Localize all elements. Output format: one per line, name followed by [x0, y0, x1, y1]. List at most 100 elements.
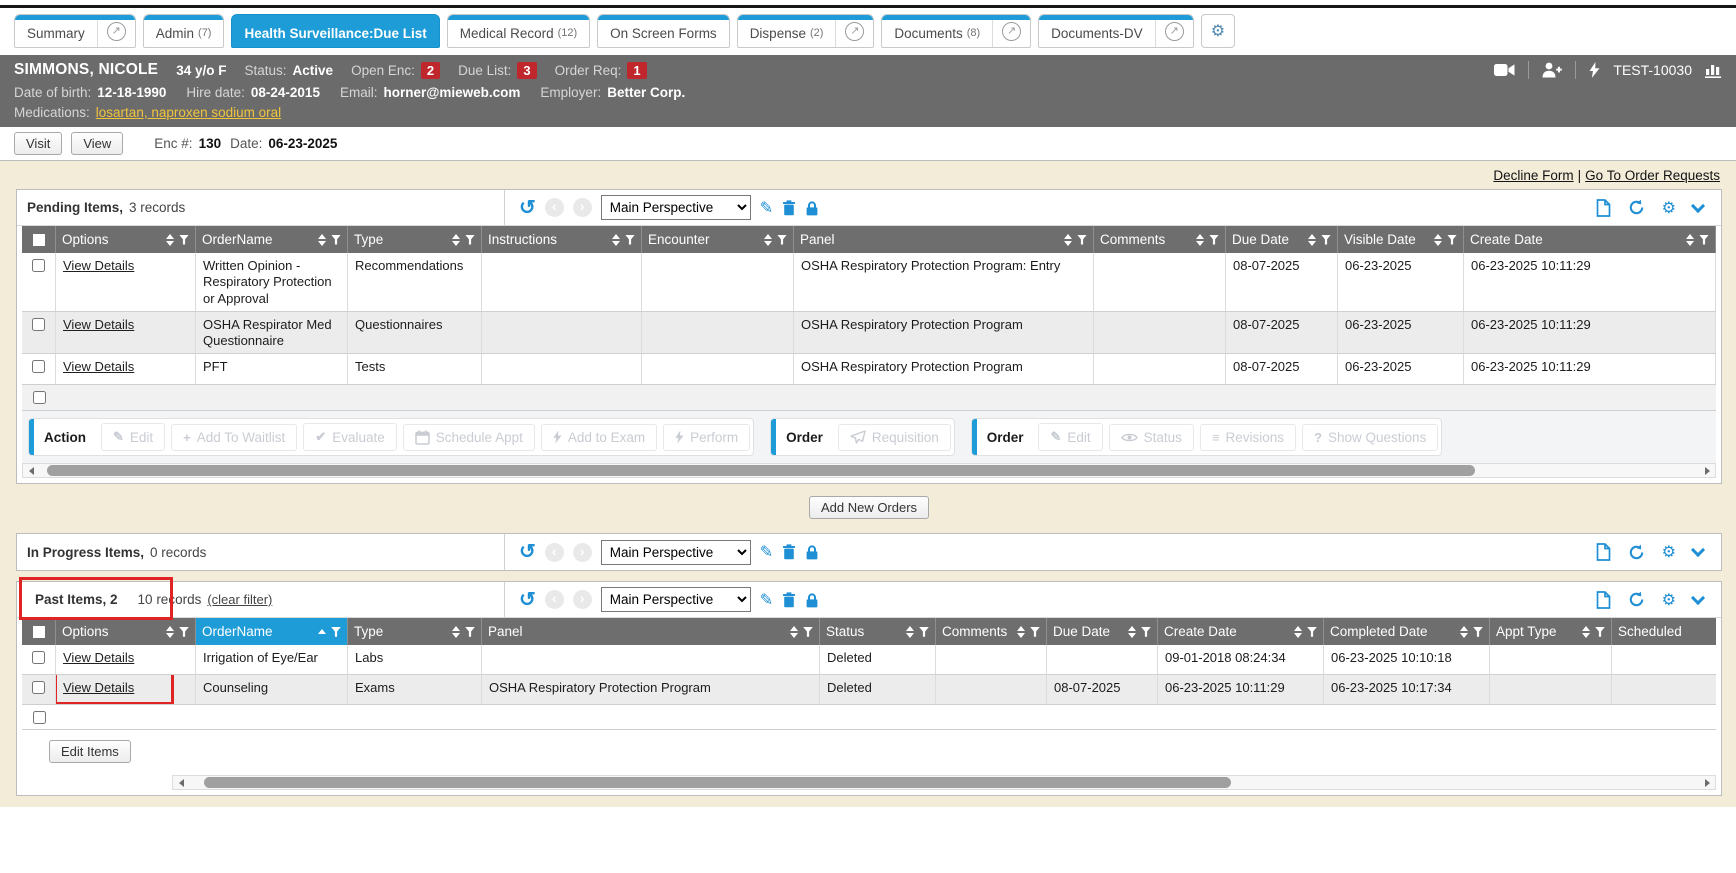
- sort-icon[interactable]: [318, 234, 326, 246]
- scroll-right-arrow[interactable]: [1699, 467, 1715, 475]
- col-create-date[interactable]: Create Date: [1464, 226, 1716, 253]
- col-options[interactable]: Options: [56, 618, 196, 645]
- edit-perspective-icon[interactable]: ✎: [760, 590, 773, 610]
- filter-funnel-icon[interactable]: [1321, 235, 1331, 245]
- panel-settings-gear-icon[interactable]: ⚙: [1662, 198, 1676, 218]
- revisions-button[interactable]: ≡Revisions: [1200, 424, 1296, 451]
- lightning-icon[interactable]: [1589, 62, 1600, 78]
- scroll-right-arrow[interactable]: [1699, 779, 1715, 787]
- undo-icon[interactable]: ↺: [519, 542, 536, 562]
- order-edit-button[interactable]: ✎Edit: [1038, 423, 1102, 451]
- col-scheduled[interactable]: Scheduled: [1612, 618, 1716, 645]
- panel-settings-gear-icon[interactable]: ⚙: [1662, 542, 1676, 562]
- col-comments[interactable]: Comments: [1094, 226, 1226, 253]
- lock-perspective-icon[interactable]: [805, 200, 819, 216]
- visit-button[interactable]: Visit: [14, 132, 62, 155]
- tab-on-screen-forms[interactable]: On Screen Forms: [597, 14, 730, 48]
- row-checkbox[interactable]: [32, 681, 45, 694]
- edit-perspective-icon[interactable]: ✎: [760, 542, 773, 562]
- sort-icon[interactable]: [764, 234, 772, 246]
- tab-settings-button[interactable]: ⚙: [1201, 14, 1235, 48]
- filter-funnel-icon[interactable]: [331, 235, 341, 245]
- col-status[interactable]: Status: [820, 618, 936, 645]
- col-ordername-sorted[interactable]: OrderName: [196, 618, 348, 645]
- filter-funnel-icon[interactable]: [625, 235, 635, 245]
- show-questions-button[interactable]: ?Show Questions: [1302, 424, 1438, 451]
- edit-items-button[interactable]: Edit Items: [49, 740, 131, 763]
- scrollbar-thumb[interactable]: [204, 777, 1231, 788]
- row-checkbox[interactable]: [32, 651, 45, 664]
- video-camera-icon[interactable]: [1494, 63, 1515, 77]
- tab-summary[interactable]: Summary ↗: [14, 14, 136, 48]
- sort-icon[interactable]: [1128, 626, 1136, 638]
- col-create-date[interactable]: Create Date: [1158, 618, 1324, 645]
- tab-documents-popout[interactable]: ↗: [992, 15, 1030, 47]
- prev-perspective-icon[interactable]: ‹: [545, 543, 564, 562]
- collapse-chevron-icon[interactable]: [1691, 543, 1705, 557]
- report-page-icon[interactable]: [1596, 543, 1611, 561]
- add-person-icon[interactable]: [1542, 62, 1562, 78]
- due-list-badge[interactable]: 3: [517, 62, 536, 79]
- col-comments[interactable]: Comments: [936, 618, 1047, 645]
- next-perspective-icon[interactable]: ›: [573, 543, 592, 562]
- tab-documents-dv-popout[interactable]: ↗: [1155, 15, 1193, 47]
- filter-funnel-icon[interactable]: [1307, 627, 1317, 637]
- filter-funnel-icon[interactable]: [777, 235, 787, 245]
- past-perspective-select[interactable]: Main Perspective: [601, 587, 751, 612]
- filter-funnel-icon[interactable]: [1141, 627, 1151, 637]
- panel-settings-gear-icon[interactable]: ⚙: [1662, 590, 1676, 610]
- col-panel[interactable]: Panel: [794, 226, 1094, 253]
- row-checkbox[interactable]: [33, 711, 46, 724]
- row-checkbox[interactable]: [32, 360, 45, 373]
- col-visible-date[interactable]: Visible Date: [1338, 226, 1464, 253]
- prev-perspective-icon[interactable]: ‹: [545, 590, 564, 609]
- scrollbar-thumb[interactable]: [47, 465, 1475, 476]
- view-button[interactable]: View: [71, 132, 123, 155]
- header-select-all[interactable]: [22, 226, 56, 253]
- requisition-button[interactable]: Requisition: [838, 424, 951, 451]
- sort-icon[interactable]: [1064, 234, 1072, 246]
- status-button[interactable]: Status: [1109, 424, 1194, 451]
- col-encounter[interactable]: Encounter: [642, 226, 794, 253]
- next-perspective-icon[interactable]: ›: [573, 198, 592, 217]
- filter-funnel-icon[interactable]: [1595, 627, 1605, 637]
- filter-funnel-icon[interactable]: [465, 235, 475, 245]
- sort-icon[interactable]: [166, 626, 174, 638]
- col-completed-date[interactable]: Completed Date: [1324, 618, 1490, 645]
- sort-icon[interactable]: [1017, 626, 1025, 638]
- delete-perspective-icon[interactable]: [782, 544, 796, 560]
- tab-summary-popout[interactable]: ↗: [97, 15, 135, 47]
- sort-icon[interactable]: [790, 626, 798, 638]
- view-details-link[interactable]: View Details: [63, 650, 134, 665]
- col-type[interactable]: Type: [348, 618, 482, 645]
- sort-icon[interactable]: [1308, 234, 1316, 246]
- filter-funnel-icon[interactable]: [1030, 627, 1040, 637]
- tab-dispense-popout[interactable]: ↗: [835, 15, 873, 47]
- pending-horizontal-scrollbar[interactable]: [22, 463, 1716, 478]
- tab-documents[interactable]: Documents(8) ↗: [881, 14, 1031, 48]
- go-to-order-requests-link[interactable]: Go To Order Requests: [1585, 168, 1720, 183]
- tab-documents-dv[interactable]: Documents-DV ↗: [1038, 14, 1194, 48]
- row-checkbox[interactable]: [33, 391, 46, 404]
- medications-link[interactable]: losartan, naproxen sodium oral: [96, 105, 281, 120]
- row-checkbox[interactable]: [32, 259, 45, 272]
- tab-dispense[interactable]: Dispense(2) ↗: [737, 14, 875, 48]
- tab-medical-record[interactable]: Medical Record(12): [447, 14, 590, 48]
- prev-perspective-icon[interactable]: ‹: [545, 198, 564, 217]
- row-checkbox[interactable]: [32, 318, 45, 331]
- col-due-date[interactable]: Due Date: [1047, 618, 1158, 645]
- col-options[interactable]: Options: [56, 226, 196, 253]
- collapse-chevron-icon[interactable]: [1691, 591, 1705, 605]
- past-horizontal-scrollbar[interactable]: [172, 775, 1716, 790]
- add-to-waitlist-button[interactable]: +Add To Waitlist: [171, 424, 297, 451]
- collapse-chevron-icon[interactable]: [1691, 198, 1705, 212]
- report-page-icon[interactable]: [1596, 199, 1611, 217]
- decline-form-link[interactable]: Decline Form: [1493, 168, 1573, 183]
- filter-funnel-icon[interactable]: [331, 627, 341, 637]
- in-progress-perspective-select[interactable]: Main Perspective: [601, 540, 751, 565]
- schedule-appt-button[interactable]: Schedule Appt: [403, 424, 535, 451]
- undo-icon[interactable]: ↺: [519, 590, 536, 610]
- tab-admin[interactable]: Admin(7): [143, 14, 225, 48]
- sort-icon[interactable]: [1460, 626, 1468, 638]
- undo-icon[interactable]: ↺: [519, 198, 536, 218]
